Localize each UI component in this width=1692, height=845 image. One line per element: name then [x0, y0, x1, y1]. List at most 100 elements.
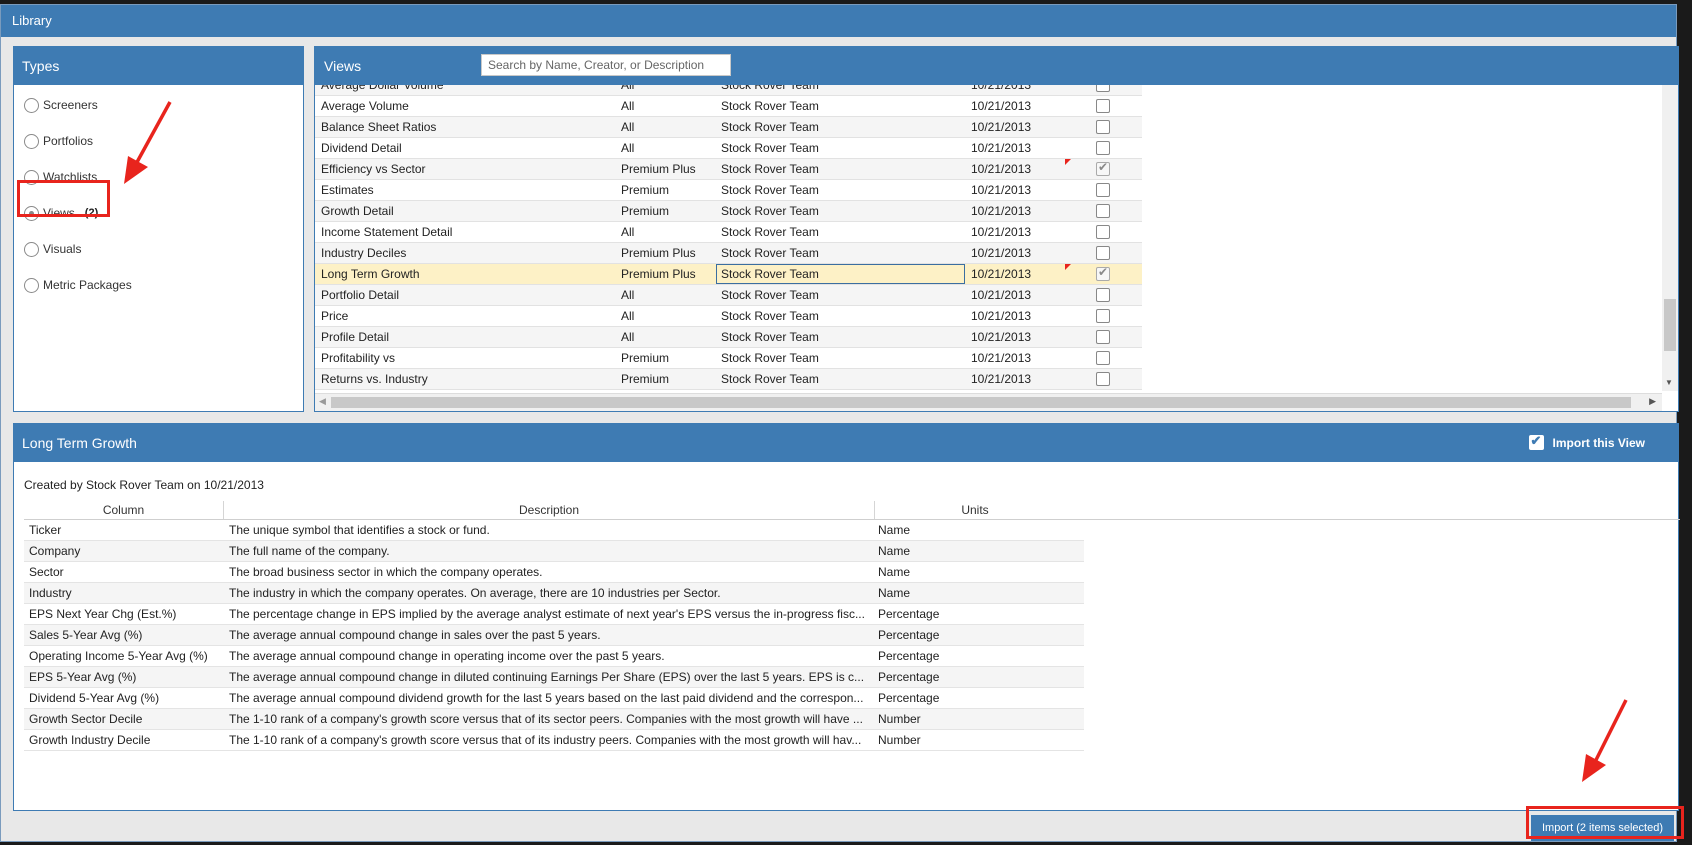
- detail-units: Percentage: [878, 691, 940, 705]
- detail-description: The unique symbol that identifies a stoc…: [229, 523, 490, 537]
- type-label: Portfolios: [43, 134, 94, 148]
- detail-row[interactable]: Operating Income 5-Year Avg (%) The avera…: [24, 646, 1084, 667]
- vertical-scrollbar[interactable]: ▼: [1662, 85, 1678, 391]
- detail-row[interactable]: Sector The broad business sector in which…: [24, 562, 1084, 583]
- view-name: Estimates: [321, 183, 374, 197]
- detail-row[interactable]: Growth Industry Decile The 1-10 rank of a…: [24, 730, 1084, 751]
- view-row[interactable]: Efficiency vs Sector Premium Plus Stock Ro…: [315, 159, 1142, 180]
- view-select-checkbox[interactable]: [1096, 141, 1110, 155]
- view-row[interactable]: Profile Detail All Stock Rover Team 10/21/2…: [315, 327, 1142, 348]
- view-date: 10/21/2013: [971, 351, 1032, 365]
- radio-icon[interactable]: [24, 97, 39, 113]
- detail-units: Percentage: [878, 649, 940, 663]
- view-date: 10/21/2013: [971, 267, 1032, 281]
- import-this-view-toggle[interactable]: Import this View: [1528, 433, 1645, 450]
- view-level: All: [621, 225, 635, 239]
- scrollbar-thumb[interactable]: [331, 397, 1631, 408]
- detail-units: Percentage: [878, 628, 940, 642]
- view-row[interactable]: Profitability vs Premium Stock Rover Team 1…: [315, 348, 1142, 369]
- detail-row[interactable]: Sales 5-Year Avg (%) The average annual c…: [24, 625, 1084, 646]
- detail-units: Name: [878, 565, 911, 579]
- view-row[interactable]: Dividend Detail All Stock Rover Team 10/21/…: [315, 138, 1142, 159]
- view-row[interactable]: Long Term Growth Premium Plus Stock Rover …: [315, 264, 1142, 285]
- view-row[interactable]: Balance Sheet Ratios All Stock Rover Team 1…: [315, 117, 1142, 138]
- view-select-checkbox[interactable]: [1096, 120, 1110, 134]
- view-select-checkbox[interactable]: [1096, 85, 1110, 92]
- detail-row[interactable]: Industry The industry in which the compan…: [24, 583, 1084, 604]
- view-row[interactable]: Price All Stock Rover Team 10/21/2013: [315, 306, 1142, 327]
- view-level: All: [621, 99, 635, 113]
- views-grid: Average Dollar Volume All Stock Rover Team…: [315, 85, 1142, 390]
- view-select-checkbox[interactable]: [1096, 265, 1110, 281]
- view-select-checkbox[interactable]: [1096, 160, 1110, 176]
- detail-row[interactable]: EPS 5-Year Avg (%) The average annual com…: [24, 667, 1084, 688]
- detail-row[interactable]: Ticker The unique symbol that identifies …: [24, 520, 1084, 541]
- scroll-down-icon[interactable]: ▼: [1665, 378, 1673, 387]
- column-header-column[interactable]: Column: [24, 503, 223, 517]
- radio-icon[interactable]: [24, 133, 39, 149]
- views-panel: Views Average Dollar Volume All Stock Rove…: [314, 46, 1679, 412]
- view-creator: Stock Rover Team: [721, 183, 819, 197]
- detail-units: Percentage: [878, 670, 940, 684]
- detail-column-name: Sales 5-Year Avg (%): [29, 628, 143, 642]
- library-window: Library Types Screeners Portfolios Watchli…: [0, 4, 1680, 842]
- detail-title: Long Term Growth: [22, 435, 137, 451]
- type-item-portfolios[interactable]: Portfolios: [24, 130, 93, 152]
- checkbox-checked-icon[interactable]: [1528, 433, 1544, 450]
- view-name: Average Volume: [321, 99, 409, 113]
- detail-row[interactable]: EPS Next Year Chg (Est.%) The percentage …: [24, 604, 1084, 625]
- view-select-checkbox[interactable]: [1096, 225, 1110, 239]
- view-select-checkbox[interactable]: [1096, 351, 1110, 365]
- scrollbar-thumb[interactable]: [1664, 299, 1676, 351]
- view-select-checkbox[interactable]: [1096, 99, 1110, 113]
- view-row[interactable]: Estimates Premium Stock Rover Team 10/21/20…: [315, 180, 1142, 201]
- view-select-checkbox[interactable]: [1096, 204, 1110, 218]
- type-item-metric-packages[interactable]: Metric Packages: [24, 274, 132, 296]
- view-select-checkbox[interactable]: [1096, 330, 1110, 344]
- view-level: All: [621, 120, 635, 134]
- column-header-units[interactable]: Units: [875, 503, 1075, 517]
- detail-column-name: Industry: [29, 586, 72, 600]
- view-name: Returns vs. Industry: [321, 372, 428, 386]
- column-header-description[interactable]: Description: [224, 503, 874, 517]
- detail-column-name: Company: [29, 544, 81, 558]
- view-date: 10/21/2013: [971, 85, 1032, 92]
- view-row[interactable]: Portfolio Detail All Stock Rover Team 10/21…: [315, 285, 1142, 306]
- view-select-checkbox[interactable]: [1096, 372, 1110, 386]
- search-input[interactable]: [481, 54, 731, 76]
- view-select-checkbox[interactable]: [1096, 309, 1110, 323]
- scroll-right-icon[interactable]: ▶: [1649, 396, 1656, 407]
- view-date: 10/21/2013: [971, 204, 1032, 218]
- type-item-screeners[interactable]: Screeners: [24, 94, 98, 116]
- view-select-checkbox[interactable]: [1096, 183, 1110, 197]
- view-creator: Stock Rover Team: [721, 85, 819, 92]
- detail-column-name: Dividend 5-Year Avg (%): [29, 691, 160, 705]
- view-row[interactable]: Average Dollar Volume All Stock Rover Team…: [315, 85, 1142, 96]
- view-creator: Stock Rover Team: [721, 372, 819, 386]
- view-creator: Stock Rover Team: [721, 330, 819, 344]
- radio-icon[interactable]: [24, 241, 39, 257]
- view-select-checkbox[interactable]: [1096, 246, 1110, 260]
- horizontal-scrollbar[interactable]: ◀ ▶: [315, 393, 1662, 411]
- detail-row[interactable]: Company The full name of the company. Name: [24, 541, 1084, 562]
- detail-row[interactable]: Dividend 5-Year Avg (%) The average annua…: [24, 688, 1084, 709]
- view-select-checkbox[interactable]: [1096, 288, 1110, 302]
- radio-icon[interactable]: [24, 277, 39, 293]
- detail-row[interactable]: Growth Sector Decile The 1-10 rank of a c…: [24, 709, 1084, 730]
- detail-panel: Long Term Growth Import this View Create…: [13, 423, 1680, 811]
- view-date: 10/21/2013: [971, 99, 1032, 113]
- types-panel: Types Screeners Portfolios Watchlists Views…: [13, 46, 304, 412]
- view-row[interactable]: Average Volume All Stock Rover Team 10/21/2…: [315, 96, 1142, 117]
- detail-description: The industry in which the company operat…: [229, 586, 721, 600]
- view-row[interactable]: Growth Detail Premium Stock Rover Team 10/2…: [315, 201, 1142, 222]
- detail-units: Percentage: [878, 607, 940, 621]
- type-item-visuals[interactable]: Visuals: [24, 238, 81, 260]
- detail-units: Number: [878, 712, 921, 726]
- view-row[interactable]: Income Statement Detail All Stock Rover Te…: [315, 222, 1142, 243]
- view-row[interactable]: Returns vs. Industry Premium Stock Rover T…: [315, 369, 1142, 390]
- view-row[interactable]: Industry Deciles Premium Plus Stock Rover …: [315, 243, 1142, 264]
- view-creator: Stock Rover Team: [721, 141, 819, 155]
- view-creator: Stock Rover Team: [721, 204, 819, 218]
- annotation-highlight-box: [17, 180, 110, 217]
- scroll-left-icon[interactable]: ◀: [319, 396, 326, 407]
